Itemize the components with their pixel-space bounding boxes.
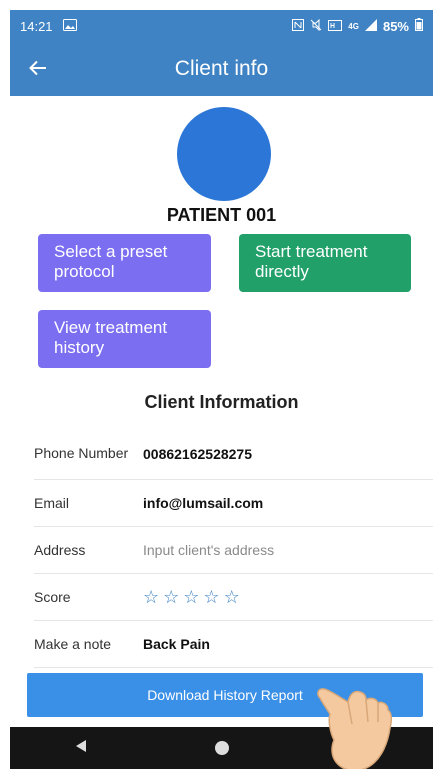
star-icon[interactable]: ☆ bbox=[203, 587, 219, 608]
client-information-title: Client Information bbox=[144, 392, 299, 412]
status-right: 4G 85% bbox=[292, 18, 423, 34]
patient-name: PATIENT 001 bbox=[166, 205, 277, 225]
battery-icon bbox=[415, 18, 423, 34]
nav-back-button[interactable] bbox=[51, 727, 111, 769]
app-bar: Client info bbox=[10, 42, 433, 96]
view-treatment-history-button[interactable]: View treatment history bbox=[38, 310, 211, 368]
mute-icon bbox=[310, 18, 322, 34]
nav-home-button[interactable] bbox=[192, 727, 252, 769]
score-rating[interactable]: ☆ ☆ ☆ ☆ ☆ bbox=[143, 587, 240, 608]
score-label: Score bbox=[34, 588, 71, 605]
signal-icon bbox=[364, 18, 377, 34]
phone-row: Phone Number 00862162528275 bbox=[34, 428, 433, 480]
score-row: Score ☆ ☆ ☆ ☆ ☆ bbox=[34, 574, 433, 621]
arrow-left-icon bbox=[29, 55, 47, 83]
star-icon[interactable]: ☆ bbox=[143, 587, 159, 608]
hd-icon bbox=[328, 19, 343, 34]
start-treatment-button[interactable]: Start treatment directly bbox=[239, 234, 411, 292]
note-label: Make a note bbox=[34, 635, 112, 652]
phone-value[interactable]: 00862162528275 bbox=[143, 446, 252, 462]
pointing-hand-icon bbox=[317, 688, 393, 769]
address-input[interactable]: Input client's address bbox=[143, 542, 274, 558]
avatar bbox=[177, 107, 271, 201]
home-circle-icon bbox=[214, 741, 229, 755]
status-time: 14:21 bbox=[20, 18, 53, 34]
star-icon[interactable]: ☆ bbox=[183, 587, 199, 608]
status-left: 14:21 bbox=[20, 18, 77, 34]
network-4g-icon: 4G bbox=[348, 21, 359, 31]
select-preset-protocol-button[interactable]: Select a preset protocol bbox=[38, 234, 211, 292]
address-row: Address Input client's address bbox=[34, 527, 433, 574]
star-icon[interactable]: ☆ bbox=[163, 587, 179, 608]
phone-screen: 14:21 4G 85% Client info PATIENT 001 Sel… bbox=[10, 10, 433, 769]
note-value[interactable]: Back Pain bbox=[143, 636, 210, 652]
star-icon[interactable]: ☆ bbox=[224, 587, 240, 608]
triangle-back-icon bbox=[75, 739, 87, 758]
email-row: Email info@lumsail.com bbox=[34, 480, 433, 527]
note-row: Make a note Back Pain bbox=[34, 621, 433, 668]
nfc-icon bbox=[292, 18, 305, 34]
page-title: Client info bbox=[174, 57, 269, 80]
client-info-list: Phone Number 00862162528275 Email info@l… bbox=[34, 428, 433, 668]
email-label: Email bbox=[34, 494, 70, 511]
image-notification-icon bbox=[62, 18, 77, 34]
back-button[interactable] bbox=[10, 42, 66, 96]
battery-percent: 85% bbox=[382, 18, 409, 34]
phone-label: Phone Number bbox=[34, 445, 129, 461]
status-bar: 14:21 4G 85% bbox=[10, 10, 433, 42]
address-label: Address bbox=[34, 541, 86, 558]
email-value[interactable]: info@lumsail.com bbox=[143, 495, 263, 511]
